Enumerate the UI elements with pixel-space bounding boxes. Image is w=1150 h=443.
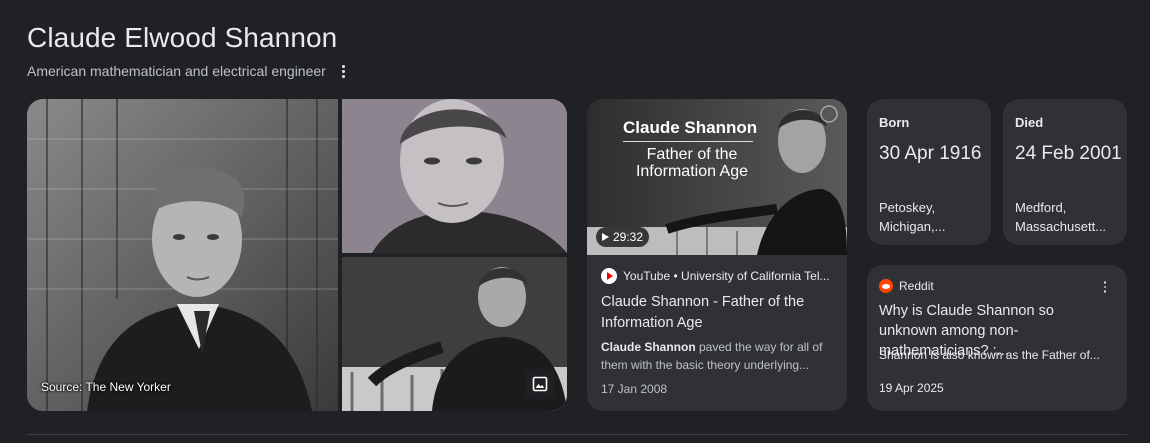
video-snippet: Claude Shannon paved the way for all of … bbox=[601, 338, 833, 374]
reddit-source: Reddit bbox=[879, 279, 934, 293]
subtitle: American mathematician and electrical en… bbox=[27, 63, 352, 79]
born-place-line1: Petoskey, bbox=[879, 200, 936, 215]
died-date: 24 Feb 2001 bbox=[1015, 143, 1122, 164]
died-place: Medford, Massachusett... bbox=[1015, 198, 1121, 236]
reddit-result-card[interactable]: Reddit Why is Claude Shannon so unknown … bbox=[867, 265, 1127, 411]
image-gallery: Source: The New Yorker bbox=[27, 99, 567, 411]
image-icon bbox=[532, 376, 548, 392]
born-date: 30 Apr 1916 bbox=[879, 143, 982, 164]
more-options-icon[interactable] bbox=[336, 63, 352, 79]
died-card[interactable]: Died 24 Feb 2001 Medford, Massachusett..… bbox=[1003, 99, 1127, 245]
main-photo[interactable]: Source: The New Yorker bbox=[27, 99, 338, 411]
born-place-line2: Michigan,... bbox=[879, 219, 946, 234]
video-date: 17 Jan 2008 bbox=[601, 382, 668, 396]
closeup-photo[interactable] bbox=[342, 99, 567, 253]
born-card[interactable]: Born 30 Apr 1916 Petoskey, Michigan,... bbox=[867, 99, 991, 245]
video-source-text: YouTube • University of California Tel..… bbox=[623, 269, 830, 283]
youtube-icon bbox=[601, 268, 617, 284]
maze-photo[interactable] bbox=[342, 257, 567, 411]
video-duration-badge: 29:32 bbox=[596, 227, 650, 247]
reddit-date: 19 Apr 2025 bbox=[879, 381, 944, 395]
section-divider bbox=[27, 434, 1127, 435]
page-title: Claude Elwood Shannon bbox=[27, 22, 338, 53]
play-icon bbox=[602, 233, 609, 241]
thumbnail-title: Claude Shannon bbox=[623, 118, 758, 137]
reddit-snippet: Shannon is also known as the Father of..… bbox=[879, 348, 1100, 362]
reddit-source-text: Reddit bbox=[899, 279, 934, 293]
duration-text: 29:32 bbox=[613, 230, 644, 244]
died-place-line1: Medford, bbox=[1015, 200, 1067, 215]
view-images-button[interactable] bbox=[525, 369, 555, 399]
portrait-image bbox=[27, 99, 338, 411]
reddit-more-options-icon[interactable] bbox=[1097, 279, 1113, 295]
video-title-link[interactable]: Claude Shannon - Father of the Informati… bbox=[601, 292, 833, 334]
reddit-icon bbox=[879, 279, 893, 293]
died-place-line2: Massachusett... bbox=[1015, 219, 1107, 234]
video-thumbnail[interactable]: Claude Shannon Father of the Information… bbox=[587, 99, 847, 255]
closeup-portrait-image bbox=[342, 99, 567, 253]
died-label: Died bbox=[1015, 115, 1044, 130]
born-place: Petoskey, Michigan,... bbox=[879, 198, 985, 236]
born-label: Born bbox=[879, 115, 910, 130]
video-result-card[interactable]: Claude Shannon Father of the Information… bbox=[587, 99, 847, 411]
thumbnail-divider bbox=[623, 141, 753, 142]
video-source: YouTube • University of California Tel..… bbox=[601, 268, 836, 284]
subtitle-text: American mathematician and electrical en… bbox=[27, 63, 326, 79]
image-source-caption: Source: The New Yorker bbox=[41, 380, 171, 394]
snippet-bold: Claude Shannon bbox=[601, 340, 696, 354]
thumbnail-subtitle: Father of the Information Age bbox=[635, 146, 749, 180]
